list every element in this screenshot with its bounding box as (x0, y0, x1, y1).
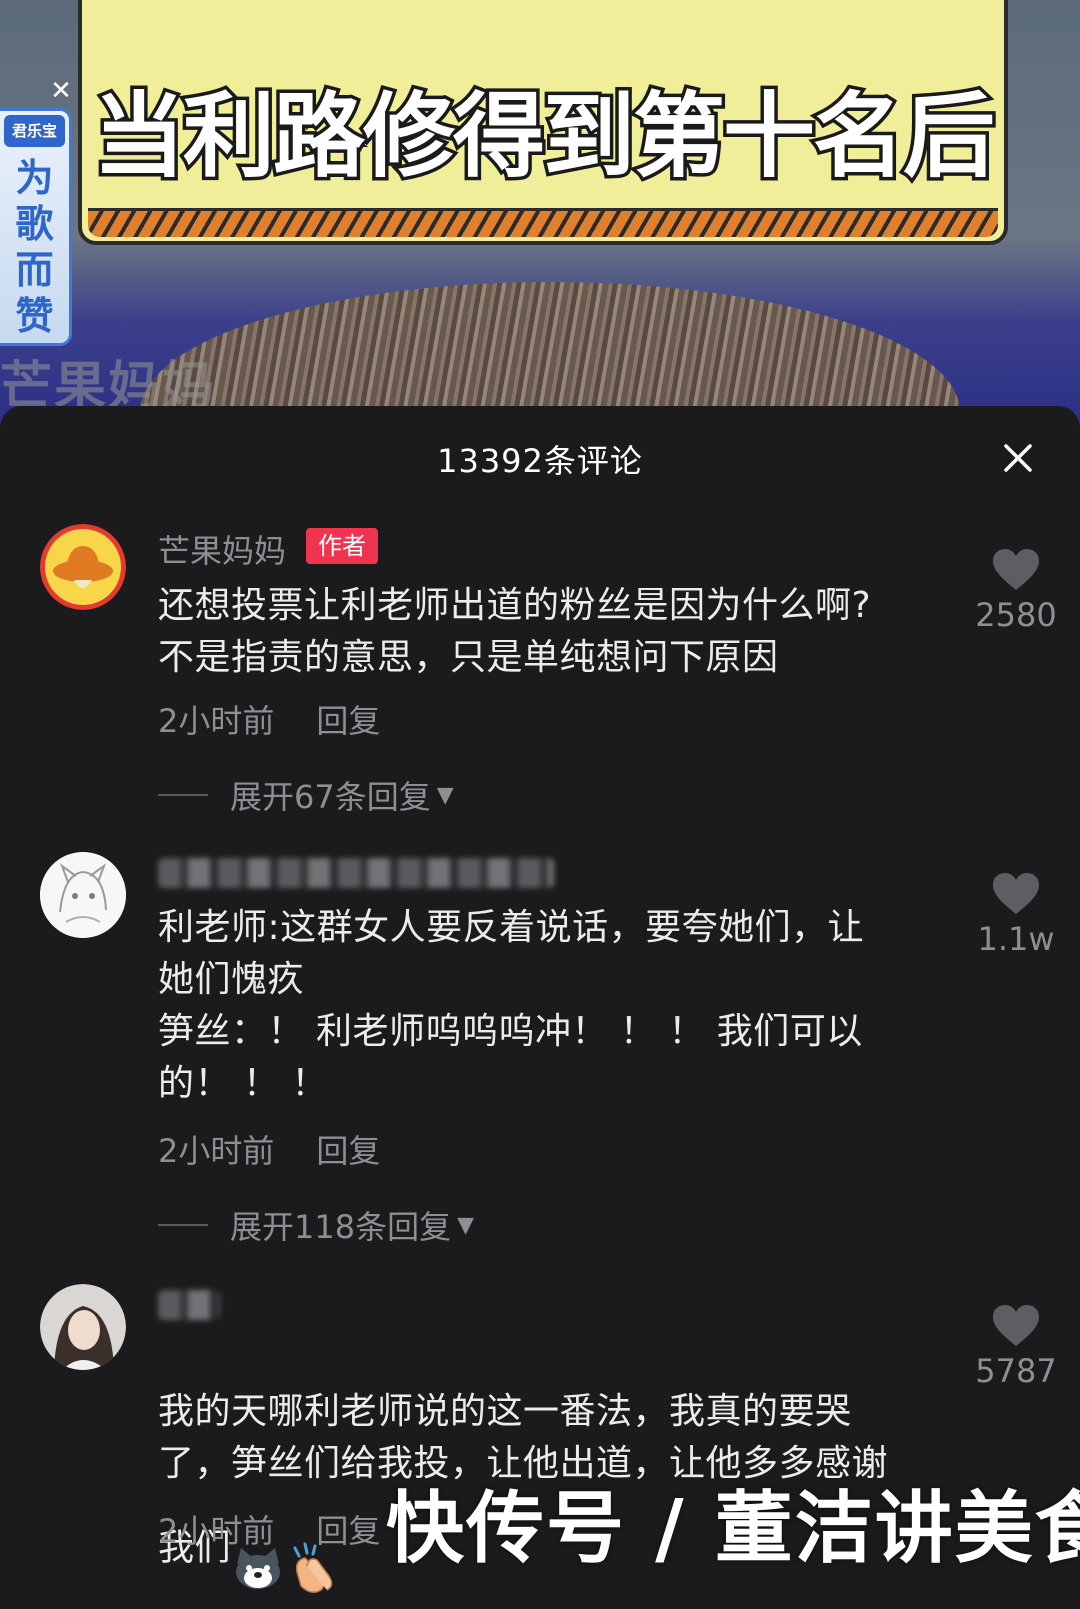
expand-divider (158, 794, 208, 796)
video-player[interactable]: 当利路修得到第十名后 ✕ 君乐宝 为歌而赞 芒果妈妈 (0, 0, 1080, 430)
comments-sheet: 13392条评论 芒果妈妈 作者 还想投票让利老师出道的粉丝是因为什么啊? 不是… (0, 406, 1080, 1593)
comment-time: 2小时前 (158, 1132, 275, 1170)
comment-meta: 2小时前 回复 (158, 1126, 380, 1172)
avatar[interactable] (40, 524, 126, 610)
reply-button[interactable]: 回复 (316, 1512, 380, 1550)
expand-divider (158, 1224, 208, 1226)
author-badge: 作者 (306, 528, 378, 564)
reply-button[interactable]: 回复 (316, 702, 380, 740)
heart-icon (993, 549, 1039, 590)
like-button[interactable]: 5787 (968, 1304, 1064, 1390)
avatar[interactable] (40, 1284, 126, 1370)
headline-stripe (88, 208, 998, 237)
ad-banner[interactable]: 君乐宝 为歌而赞 (0, 108, 72, 346)
ad-slogan: 为歌而赞 (15, 156, 54, 338)
caret-down-icon: ▼ (436, 782, 454, 808)
comments-count-title: 13392条评论 (437, 442, 643, 480)
like-count: 1.1w (977, 920, 1055, 958)
like-count: 5787 (975, 1352, 1057, 1390)
like-button[interactable]: 1.1w (968, 872, 1064, 958)
like-count: 2580 (975, 596, 1057, 634)
comment-time: 2小时前 (158, 1512, 275, 1550)
expand-replies-button[interactable]: 展开118条回复 ▼ (158, 1202, 474, 1248)
comment-time: 2小时前 (158, 702, 275, 740)
reply-button[interactable]: 回复 (316, 1132, 380, 1170)
heart-icon (993, 1305, 1039, 1346)
caret-down-icon: ▼ (457, 1212, 475, 1238)
close-icon[interactable] (996, 436, 1040, 480)
expand-replies-button[interactable]: 展开67条回复 ▼ (158, 772, 454, 818)
video-headline: 当利路修得到第十名后 (89, 80, 998, 194)
headline-card: 当利路修得到第十名后 (78, 0, 1008, 245)
comment-nickname-blurred[interactable] (158, 1290, 220, 1320)
comment-meta: 2小时前 回复 (158, 696, 380, 742)
heart-icon (993, 873, 1039, 914)
expand-replies-label: 展开118条回复 (230, 1208, 452, 1246)
avatar[interactable] (40, 852, 126, 938)
expand-replies-label: 展开67条回复 (230, 778, 431, 816)
like-button[interactable]: 2580 (968, 548, 1064, 634)
comment-text[interactable]: 利老师:这群女人要反着说话，要夸她们，让 她们愧疚 笋丝：！ 利老师呜呜呜冲！ … (158, 902, 948, 1110)
comment-meta: 2小时前 回复 (158, 1506, 380, 1552)
ad-close-icon[interactable]: ✕ (46, 76, 76, 106)
footer-watermark: 快传号 / 董洁讲美食 (386, 1484, 1080, 1574)
comment-nickname-blurred[interactable] (158, 858, 554, 888)
comment-nickname[interactable]: 芒果妈妈 (158, 526, 286, 572)
ad-brand-logo: 君乐宝 (4, 115, 65, 147)
comment-text[interactable]: 还想投票让利老师出道的粉丝是因为什么啊? 不是指责的意思，只是单纯想问下原因 (158, 580, 948, 684)
